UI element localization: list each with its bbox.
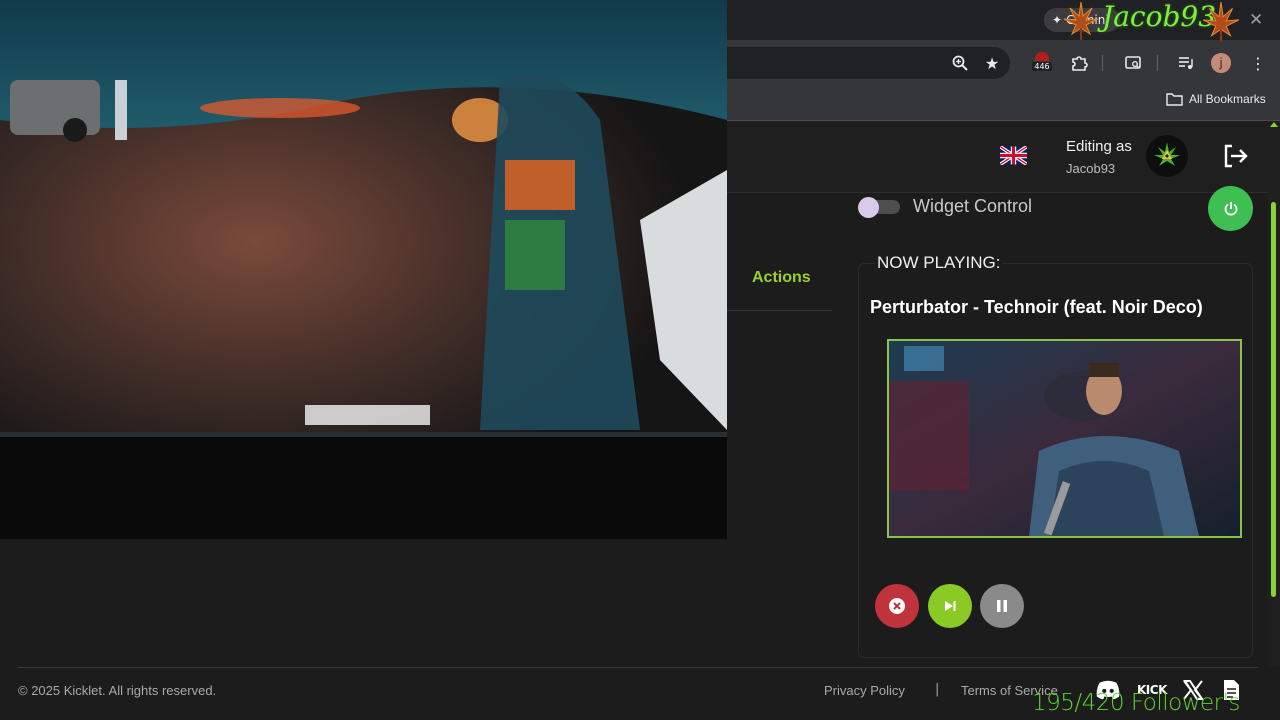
extension-badge-count: 446	[1032, 62, 1052, 71]
footer-separator: |	[935, 682, 940, 697]
toolbar-divider	[1102, 55, 1103, 71]
tab-actions[interactable]: Actions	[752, 269, 811, 287]
privacy-policy-link[interactable]: Privacy Policy	[824, 683, 905, 698]
leaf-eye-icon	[1154, 142, 1180, 166]
close-circle-icon	[889, 598, 905, 614]
stream-video-overlay	[0, 0, 727, 539]
zoom-icon[interactable]	[948, 51, 972, 75]
editing-as-label: Editing as	[1066, 138, 1132, 155]
editing-username: Jacob93	[1066, 161, 1116, 176]
power-button[interactable]	[1208, 186, 1253, 231]
widget-control-toggle[interactable]	[858, 197, 900, 218]
scroll-up-arrow-icon[interactable]	[1270, 122, 1278, 127]
scrollbar-thumb[interactable]	[1271, 202, 1276, 597]
folder-icon	[1166, 93, 1183, 106]
skip-next-icon	[945, 601, 956, 611]
tab-search-icon[interactable]	[1121, 51, 1145, 75]
menu-kebab-icon[interactable]: ⋮	[1246, 51, 1270, 75]
pause-button[interactable]	[980, 584, 1024, 628]
profile-avatar[interactable]: j	[1211, 53, 1231, 73]
media-control-icon[interactable]	[1174, 51, 1198, 75]
widget-control-label: Widget Control	[913, 196, 1033, 216]
sparkle-icon: ✦	[1052, 13, 1063, 27]
streamer-name-overlay: Jacob93	[1102, 0, 1217, 33]
extension-cap-icon	[1035, 52, 1049, 61]
power-icon	[1224, 201, 1237, 215]
bookmark-star-icon[interactable]: ★	[980, 51, 1004, 75]
logout-icon[interactable]	[1220, 141, 1250, 171]
toolbar-divider	[1157, 55, 1158, 71]
track-thumbnail	[887, 339, 1242, 538]
follower-goal-overlay: 195/420 Follower's	[1032, 690, 1240, 716]
user-avatar[interactable]	[1146, 135, 1188, 177]
stop-button[interactable]	[875, 584, 919, 628]
leaf-icon	[1200, 0, 1242, 48]
tab-divider	[727, 310, 832, 311]
track-title: Perturbator - Technoir (feat. Noir Deco)	[870, 297, 1203, 317]
all-bookmarks-button[interactable]: All Bookmarks	[1166, 92, 1266, 106]
toggle-knob	[858, 197, 879, 218]
extension-badge[interactable]: 446	[1031, 52, 1053, 74]
all-bookmarks-label: All Bookmarks	[1189, 92, 1266, 106]
leaf-icon	[1062, 0, 1100, 46]
footer-divider	[18, 667, 1258, 668]
skip-button[interactable]	[928, 584, 972, 628]
language-flag-icon[interactable]	[999, 145, 1028, 166]
copyright-text: © 2025 Kicklet. All rights reserved.	[18, 683, 217, 698]
now-playing-label: NOW PLAYING:	[875, 253, 1003, 273]
close-icon[interactable]: ✕	[1249, 10, 1263, 30]
pause-icon	[997, 600, 1007, 612]
extensions-puzzle-icon[interactable]	[1067, 51, 1091, 75]
